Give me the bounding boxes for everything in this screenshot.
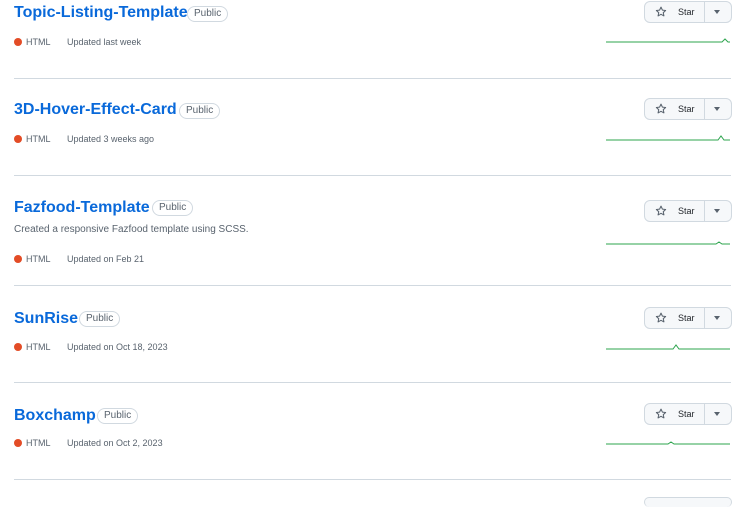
star-button-group: Star — [644, 200, 732, 222]
star-button-group: Star — [644, 403, 732, 425]
chevron-down-icon — [714, 209, 720, 213]
language-color-dot — [14, 255, 22, 263]
star-icon — [655, 312, 667, 323]
visibility-badge: Public — [152, 200, 194, 216]
star-button[interactable]: Star — [645, 99, 705, 119]
star-label: Star — [678, 7, 695, 17]
language-label: HTML — [26, 37, 51, 47]
activity-sparkline — [606, 38, 730, 43]
activity-sparkline — [606, 441, 730, 445]
visibility-badge: Public — [97, 408, 139, 424]
language-label: HTML — [26, 134, 51, 144]
star-icon — [655, 6, 667, 17]
language-label: HTML — [26, 254, 51, 264]
activity-sparkline — [606, 241, 730, 245]
language-color-dot — [14, 439, 22, 447]
star-button[interactable]: Star — [645, 308, 705, 328]
divider — [14, 285, 731, 286]
language-color-dot — [14, 343, 22, 351]
language-color-dot — [14, 135, 22, 143]
divider — [14, 78, 731, 79]
star-list-dropdown[interactable] — [705, 308, 731, 328]
chevron-down-icon — [714, 10, 720, 14]
star-button[interactable]: Star — [645, 404, 705, 424]
language-label: HTML — [26, 342, 51, 352]
language-label: HTML — [26, 438, 51, 448]
star-button-group: Star — [644, 307, 732, 329]
star-label: Star — [678, 206, 695, 216]
updated-label: Updated on Feb 21 — [67, 254, 145, 264]
repo-description: Created a responsive Fazfood template us… — [14, 224, 249, 235]
star-icon — [655, 408, 667, 419]
repo-name-link[interactable]: SunRise — [14, 309, 78, 329]
star-list-dropdown[interactable] — [705, 2, 731, 22]
star-button[interactable]: Star — [645, 201, 705, 221]
star-button[interactable]: Star — [645, 2, 705, 22]
updated-label: Updated last week — [67, 37, 142, 47]
chevron-down-icon — [714, 316, 720, 320]
repo-name-link[interactable]: Topic-Listing-Template — [14, 3, 188, 23]
star-label: Star — [678, 313, 695, 323]
star-label: Star — [678, 104, 695, 114]
star-list-dropdown[interactable] — [705, 99, 731, 119]
visibility-badge: Public — [79, 311, 121, 327]
divider — [14, 479, 731, 480]
repo-name-link[interactable]: Boxchamp — [14, 406, 96, 426]
activity-sparkline — [606, 344, 730, 350]
divider — [14, 175, 731, 176]
star-button-group: Star — [644, 1, 732, 23]
activity-sparkline — [606, 135, 730, 141]
updated-label: Updated 3 weeks ago — [67, 134, 155, 144]
chevron-down-icon — [714, 107, 720, 111]
star-icon — [655, 103, 667, 114]
star-list-dropdown[interactable] — [705, 404, 731, 424]
star-label: Star — [678, 409, 695, 419]
visibility-badge: Public — [179, 103, 221, 119]
visibility-badge: Public — [187, 6, 229, 22]
star-button-group[interactable] — [644, 497, 732, 507]
repo-name-link[interactable]: 3D-Hover-Effect-Card — [14, 100, 177, 120]
updated-label: Updated on Oct 18, 2023 — [67, 342, 168, 352]
repo-name-link[interactable]: Fazfood-Template — [14, 198, 150, 218]
updated-label: Updated on Oct 2, 2023 — [67, 438, 163, 448]
star-button-group: Star — [644, 98, 732, 120]
chevron-down-icon — [714, 412, 720, 416]
star-icon — [655, 205, 667, 216]
divider — [14, 382, 731, 383]
star-list-dropdown[interactable] — [705, 201, 731, 221]
language-color-dot — [14, 38, 22, 46]
